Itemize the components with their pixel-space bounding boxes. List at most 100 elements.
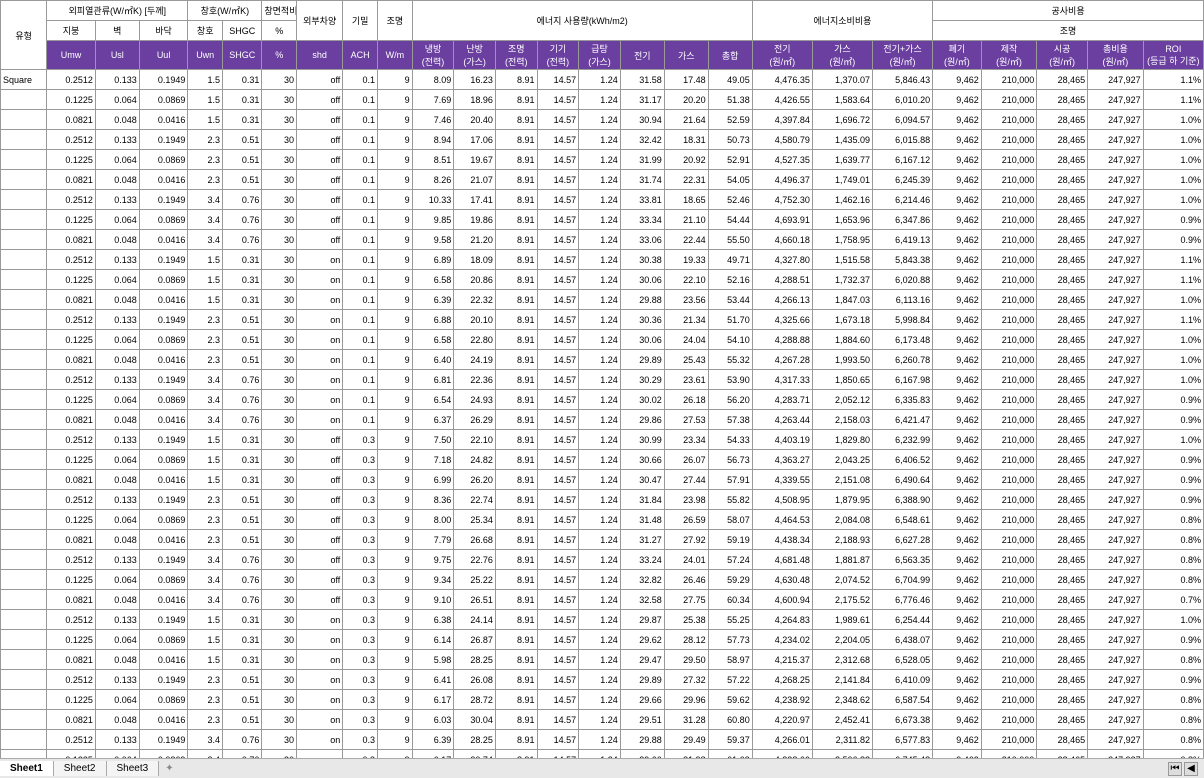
cell[interactable]: 9 xyxy=(378,330,413,350)
cell[interactable]: 210,000 xyxy=(981,530,1037,550)
cell[interactable]: 210,000 xyxy=(981,470,1037,490)
cell[interactable]: 6.37 xyxy=(412,410,454,430)
cell[interactable]: off xyxy=(297,110,343,130)
cell[interactable]: 30 xyxy=(262,70,297,90)
cell[interactable]: off xyxy=(297,490,343,510)
cell[interactable]: 26.51 xyxy=(454,590,496,610)
cell[interactable]: 1.0% xyxy=(1143,350,1203,370)
cell[interactable]: 14.57 xyxy=(537,590,579,610)
cell[interactable]: 32.82 xyxy=(620,570,664,590)
cell[interactable]: 0.048 xyxy=(95,410,139,430)
cell[interactable]: 1.24 xyxy=(579,330,621,350)
cell[interactable]: 0.1949 xyxy=(139,550,188,570)
cell[interactable]: 0.31 xyxy=(223,610,262,630)
cell[interactable]: 0.064 xyxy=(95,210,139,230)
cell[interactable]: 0.0821 xyxy=(47,110,96,130)
cell[interactable]: 0.0869 xyxy=(139,90,188,110)
cell[interactable]: 6,587.54 xyxy=(872,690,932,710)
cell[interactable]: 53.44 xyxy=(708,290,752,310)
cell[interactable]: 30 xyxy=(262,310,297,330)
cell[interactable]: 210,000 xyxy=(981,730,1037,750)
cell[interactable]: 8.36 xyxy=(412,490,454,510)
cell[interactable]: 0.133 xyxy=(95,250,139,270)
cell[interactable]: 1,673.18 xyxy=(812,310,872,330)
cell[interactable]: 26.46 xyxy=(664,570,708,590)
cell[interactable]: 3.4 xyxy=(188,210,223,230)
cell[interactable]: 4,660.18 xyxy=(752,230,812,250)
cell[interactable]: 14.57 xyxy=(537,110,579,130)
cell-type[interactable] xyxy=(1,370,47,390)
cell[interactable]: 1,462.16 xyxy=(812,190,872,210)
cell[interactable]: 3.4 xyxy=(188,370,223,390)
cell[interactable]: 9 xyxy=(378,370,413,390)
cell[interactable]: 27.44 xyxy=(664,470,708,490)
cell[interactable]: 2.3 xyxy=(188,670,223,690)
cell[interactable]: 8.91 xyxy=(495,570,537,590)
cell[interactable]: 1.24 xyxy=(579,410,621,430)
cell[interactable]: 6,113.16 xyxy=(872,290,932,310)
cell[interactable]: 8.91 xyxy=(495,390,537,410)
cell[interactable]: off xyxy=(297,170,343,190)
cell[interactable]: 0.76 xyxy=(223,590,262,610)
cell[interactable]: 29.86 xyxy=(620,410,664,430)
cell[interactable]: 22.74 xyxy=(454,490,496,510)
cell[interactable]: 0.0416 xyxy=(139,290,188,310)
cell[interactable]: 9 xyxy=(378,610,413,630)
cell[interactable]: 1,989.61 xyxy=(812,610,872,630)
cell[interactable]: 55.32 xyxy=(708,350,752,370)
cell[interactable]: 6,419.13 xyxy=(872,230,932,250)
cell[interactable]: 1.24 xyxy=(579,670,621,690)
cell[interactable]: 28,465 xyxy=(1037,550,1088,570)
cell[interactable]: 9 xyxy=(378,430,413,450)
cell[interactable]: 210,000 xyxy=(981,370,1037,390)
cell[interactable]: 24.04 xyxy=(664,330,708,350)
cell-type[interactable] xyxy=(1,270,47,290)
cell[interactable]: 1.24 xyxy=(579,230,621,250)
cell[interactable]: 9 xyxy=(378,350,413,370)
cell[interactable]: 9.34 xyxy=(412,570,454,590)
cell[interactable]: 1.24 xyxy=(579,490,621,510)
cell[interactable]: 30 xyxy=(262,730,297,750)
cell[interactable]: 4,325.66 xyxy=(752,310,812,330)
cell[interactable]: 0.76 xyxy=(223,230,262,250)
cell[interactable]: 29.88 xyxy=(620,290,664,310)
cell[interactable]: 29.49 xyxy=(664,730,708,750)
cell[interactable]: 0.133 xyxy=(95,610,139,630)
cell[interactable]: 0.1 xyxy=(343,310,378,330)
cell[interactable]: 17.48 xyxy=(664,70,708,90)
cell[interactable]: 4,476.35 xyxy=(752,70,812,90)
cell[interactable]: 1.5 xyxy=(188,110,223,130)
cell[interactable]: 29.51 xyxy=(620,710,664,730)
cell[interactable]: 6,010.20 xyxy=(872,90,932,110)
cell[interactable]: 30.36 xyxy=(620,310,664,330)
cell[interactable]: 57.24 xyxy=(708,550,752,570)
cell[interactable]: 1.24 xyxy=(579,170,621,190)
cell-type[interactable] xyxy=(1,490,47,510)
cell[interactable]: 4,527.35 xyxy=(752,150,812,170)
cell[interactable]: 28,465 xyxy=(1037,610,1088,630)
cell[interactable]: 0.1225 xyxy=(47,390,96,410)
cell[interactable]: 0.31 xyxy=(223,430,262,450)
cell[interactable]: 9 xyxy=(378,690,413,710)
cell[interactable]: 29.62 xyxy=(620,630,664,650)
cell[interactable]: 1.24 xyxy=(579,630,621,650)
cell[interactable]: 1,993.50 xyxy=(812,350,872,370)
cell[interactable]: 2,141.84 xyxy=(812,670,872,690)
cell[interactable]: 0.0821 xyxy=(47,590,96,610)
cell[interactable]: 247,927 xyxy=(1088,170,1144,190)
cell[interactable]: 4,266.01 xyxy=(752,730,812,750)
cell[interactable]: 210,000 xyxy=(981,510,1037,530)
cell[interactable]: 6.39 xyxy=(412,730,454,750)
cell[interactable]: 210,000 xyxy=(981,90,1037,110)
cell[interactable]: 247,927 xyxy=(1088,570,1144,590)
cell[interactable]: 0.2512 xyxy=(47,250,96,270)
cell[interactable]: 247,927 xyxy=(1088,130,1144,150)
cell[interactable]: off xyxy=(297,450,343,470)
cell[interactable]: 1,758.95 xyxy=(812,230,872,250)
cell[interactable]: 20.92 xyxy=(664,150,708,170)
cell[interactable]: 30 xyxy=(262,110,297,130)
cell[interactable]: 1.24 xyxy=(579,210,621,230)
cell[interactable]: 1.24 xyxy=(579,90,621,110)
cell[interactable]: 9 xyxy=(378,250,413,270)
cell[interactable]: 9 xyxy=(378,110,413,130)
